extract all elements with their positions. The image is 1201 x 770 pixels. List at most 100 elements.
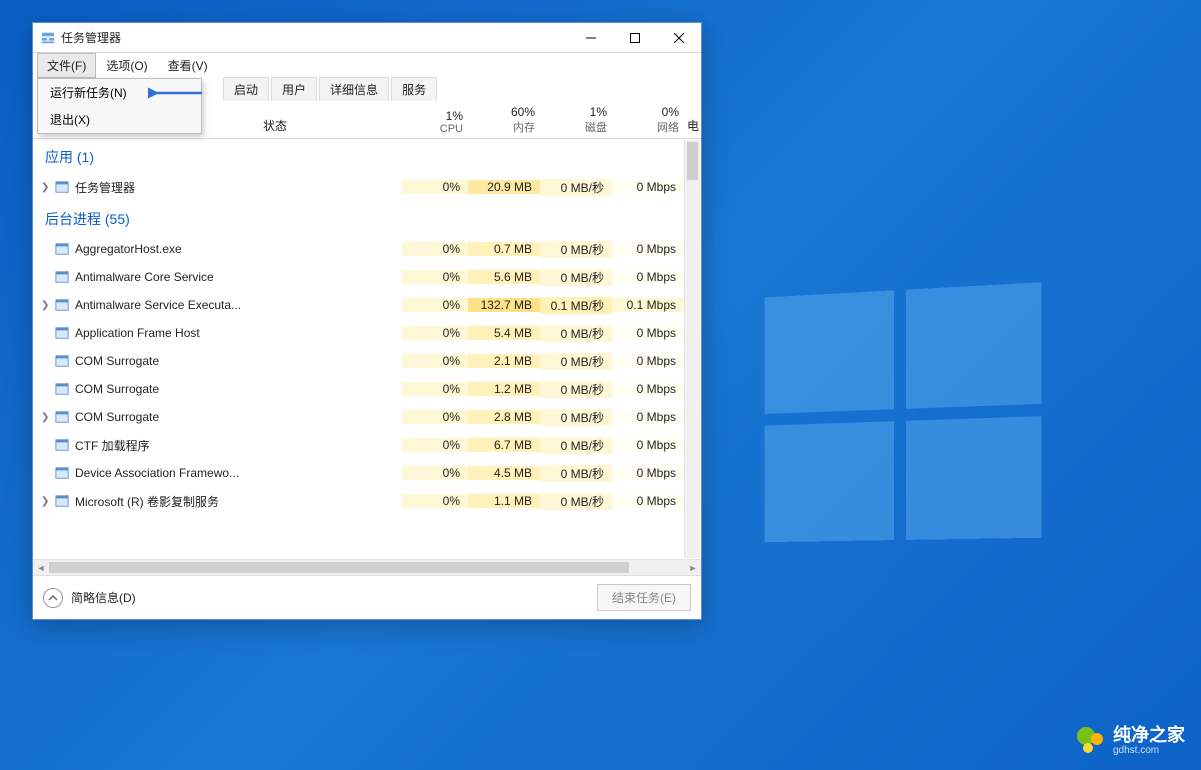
process-icon: [55, 410, 69, 424]
brief-info-link[interactable]: 简略信息(D): [71, 589, 136, 606]
metric-cell: 0%: [402, 410, 468, 424]
metric-cell: 0 Mbps: [612, 438, 684, 452]
metric-cell: 0 MB/秒: [540, 437, 612, 454]
col-status[interactable]: 状态: [263, 101, 323, 138]
process-name: Device Association Framewo...: [75, 466, 239, 480]
process-name: COM Surrogate: [75, 354, 159, 368]
process-name: Antimalware Service Executa...: [75, 298, 241, 312]
metric-cell: 0.1 Mbps: [612, 298, 684, 312]
metric-cell: 132.7 MB: [468, 298, 540, 312]
maximize-button[interactable]: [613, 23, 657, 52]
table-row[interactable]: ❯ 任务管理器 0%20.9 MB0 MB/秒0 Mbps: [33, 173, 684, 201]
process-icon: [55, 466, 69, 480]
expand-chevron-icon[interactable]: ❯: [41, 182, 49, 193]
metric-cell: 20.9 MB: [468, 180, 540, 194]
metric-cell: 5.4 MB: [468, 326, 540, 340]
metric-cell: 0%: [402, 180, 468, 194]
metric-cell: 0 MB/秒: [540, 325, 612, 342]
table-row[interactable]: Device Association Framewo...0%4.5 MB0 M…: [33, 459, 684, 487]
close-button[interactable]: [657, 23, 701, 52]
metric-cell: 0%: [402, 494, 468, 508]
metric-cell: 0%: [402, 438, 468, 452]
table-row[interactable]: CTF 加载程序 0%6.7 MB0 MB/秒0 Mbps: [33, 431, 684, 459]
metric-cell: 0 MB/秒: [540, 381, 612, 398]
metric-cell: 0 MB/秒: [540, 353, 612, 370]
windows-logo-wallpaper: [764, 282, 1041, 542]
table-row[interactable]: ❯ Microsoft (R) 卷影复制服务 0%1.1 MB0 MB/秒0 Mbp…: [33, 487, 684, 515]
metric-cell: 1.2 MB: [468, 382, 540, 396]
tab-services[interactable]: 服务: [391, 77, 437, 101]
expand-chevron-icon[interactable]: ❯: [41, 300, 49, 311]
menu-view[interactable]: 查看(V): [158, 53, 218, 78]
metric-cell: 0%: [402, 354, 468, 368]
metric-cell: 0 Mbps: [612, 354, 684, 368]
process-icon: [55, 438, 69, 452]
metric-cell: 0 Mbps: [612, 466, 684, 480]
process-group-header: 应用 (1): [33, 139, 684, 173]
tab-startup[interactable]: 启动: [223, 77, 269, 101]
process-name: CTF 加载程序: [75, 437, 150, 454]
metric-cell: 0 Mbps: [612, 494, 684, 508]
metric-cell: 1.1 MB: [468, 494, 540, 508]
metric-cell: 0 MB/秒: [540, 179, 612, 196]
table-row[interactable]: AggregatorHost.exe0%0.7 MB0 MB/秒0 Mbps: [33, 235, 684, 263]
menubar: 文件(F) 选项(O) 查看(V): [33, 53, 701, 77]
metric-cell: 0 MB/秒: [540, 269, 612, 286]
process-icon: [55, 354, 69, 368]
col-network[interactable]: 0%网络: [615, 101, 687, 138]
collapse-icon[interactable]: [43, 588, 63, 608]
tab-details[interactable]: 详细信息: [319, 77, 389, 101]
process-icon: [55, 298, 69, 312]
metric-cell: 2.1 MB: [468, 354, 540, 368]
metric-cell: 0 MB/秒: [540, 493, 612, 510]
metric-cell: 4.5 MB: [468, 466, 540, 480]
process-name: Application Frame Host: [75, 326, 200, 340]
col-memory[interactable]: 60%内存: [471, 101, 543, 138]
expand-chevron-icon[interactable]: ❯: [41, 412, 49, 423]
window-title: 任务管理器: [61, 29, 569, 46]
process-name: COM Surrogate: [75, 410, 159, 424]
process-list: 应用 (1)❯任务管理器0%20.9 MB0 MB/秒0 Mbps后台进程 (5…: [33, 139, 701, 559]
menu-file[interactable]: 文件(F): [37, 53, 96, 78]
metric-cell: 2.8 MB: [468, 410, 540, 424]
footer: 简略信息(D) 结束任务(E): [33, 575, 701, 619]
watermark: 纯净之家gdhst.com: [1077, 726, 1185, 756]
vertical-scrollbar[interactable]: [684, 140, 700, 558]
metric-cell: 0.7 MB: [468, 242, 540, 256]
metric-cell: 0 Mbps: [612, 180, 684, 194]
table-row[interactable]: Application Frame Host0%5.4 MB0 MB/秒0 Mb…: [33, 319, 684, 347]
metric-cell: 0 Mbps: [612, 410, 684, 424]
table-row[interactable]: COM Surrogate 0%2.1 MB0 MB/秒0 Mbps: [33, 347, 684, 375]
end-task-button[interactable]: 结束任务(E): [597, 584, 691, 611]
metric-cell: 0 Mbps: [612, 326, 684, 340]
process-name: Microsoft (R) 卷影复制服务: [75, 493, 219, 510]
table-row[interactable]: COM Surrogate0%1.2 MB0 MB/秒0 Mbps: [33, 375, 684, 403]
col-disk[interactable]: 1%磁盘: [543, 101, 615, 138]
metric-cell: 0%: [402, 270, 468, 284]
titlebar[interactable]: 任务管理器: [33, 23, 701, 53]
metric-cell: 0%: [402, 298, 468, 312]
table-row[interactable]: Antimalware Core Service0%5.6 MB0 MB/秒0 …: [33, 263, 684, 291]
task-manager-icon: [41, 31, 55, 45]
process-name: COM Surrogate: [75, 382, 159, 396]
minimize-button[interactable]: [569, 23, 613, 52]
metric-cell: 0 Mbps: [612, 242, 684, 256]
table-row[interactable]: ❯COM Surrogate0%2.8 MB0 MB/秒0 Mbps: [33, 403, 684, 431]
horizontal-scrollbar[interactable]: ◄►: [33, 559, 701, 575]
process-name: 任务管理器: [75, 179, 135, 196]
metric-cell: 0 MB/秒: [540, 241, 612, 258]
metric-cell: 5.6 MB: [468, 270, 540, 284]
col-extra[interactable]: 电: [687, 101, 701, 138]
table-row[interactable]: ❯ Antimalware Service Executa... 0%132.7 M…: [33, 291, 684, 319]
expand-chevron-icon[interactable]: ❯: [41, 496, 49, 507]
annotation-arrow-icon: [148, 86, 204, 100]
process-icon: [55, 382, 69, 396]
metric-cell: 6.7 MB: [468, 438, 540, 452]
tab-users[interactable]: 用户: [271, 77, 317, 101]
process-icon: [55, 242, 69, 256]
col-cpu[interactable]: 1%CPU: [405, 101, 471, 138]
process-icon: [55, 494, 69, 508]
menu-exit[interactable]: 退出(X): [38, 106, 201, 133]
menu-options[interactable]: 选项(O): [96, 53, 157, 78]
process-icon: [55, 326, 69, 340]
